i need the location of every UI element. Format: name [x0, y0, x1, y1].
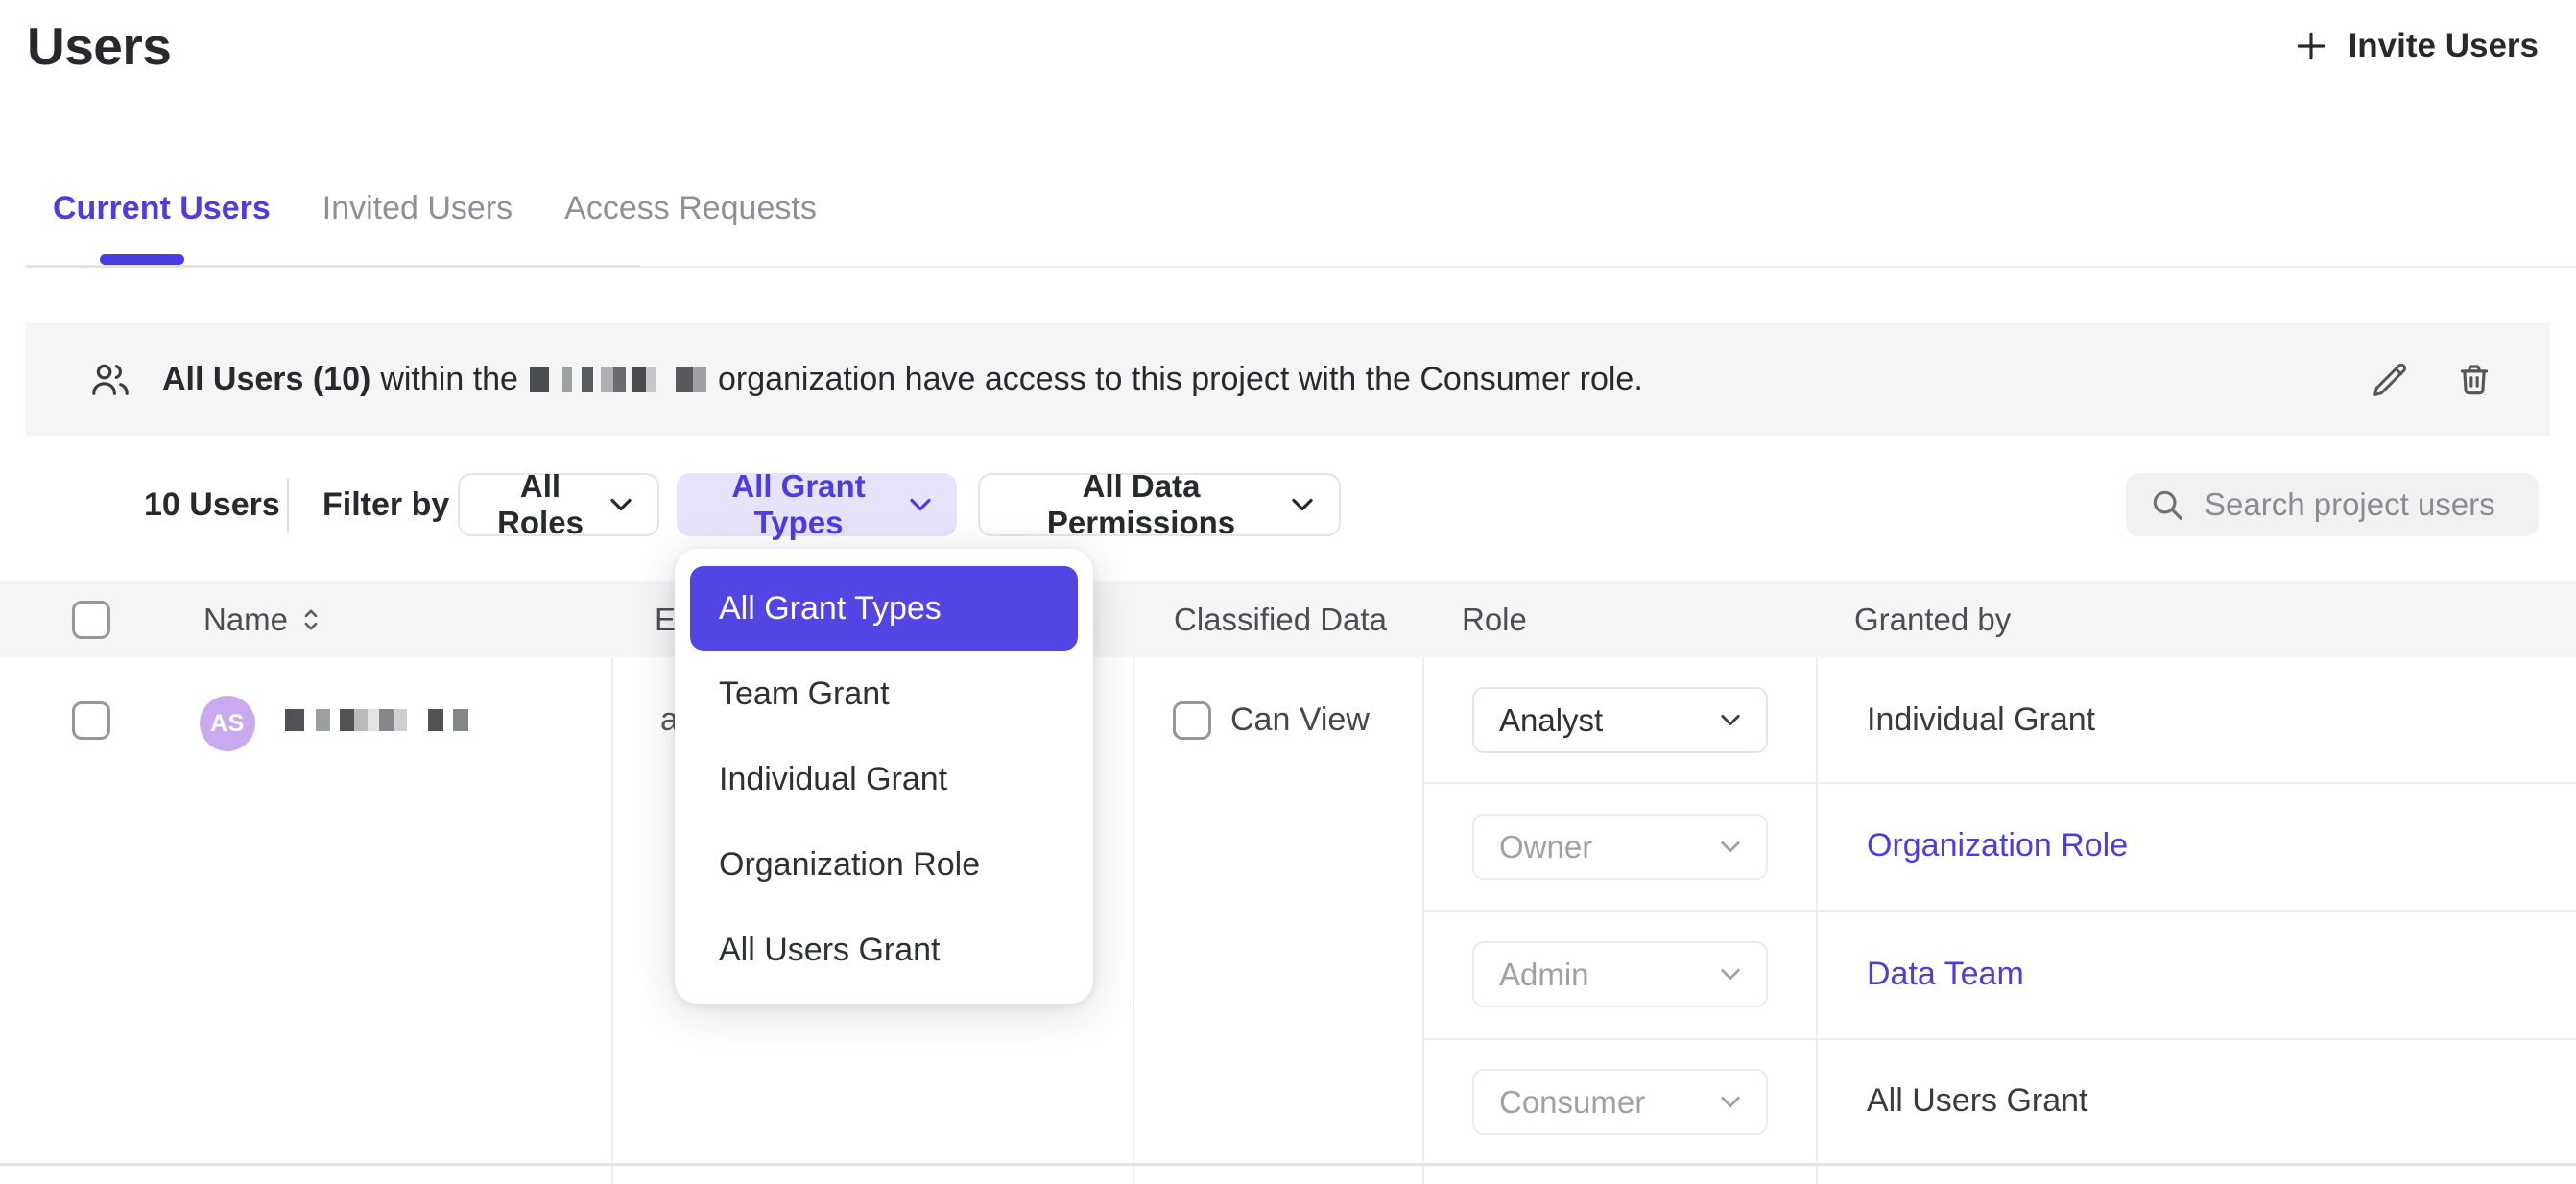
- granted-by-value: Individual Grant: [1867, 657, 2095, 782]
- invite-users-button[interactable]: Invite Users: [2293, 27, 2539, 65]
- menu-item-all-grant-types[interactable]: All Grant Types: [690, 566, 1078, 651]
- page-title: Users: [27, 15, 171, 77]
- table-header: Name Email Classified Data Role Granted …: [0, 581, 2576, 657]
- banner-bold-text: All Users (10): [162, 361, 370, 398]
- grant-types-menu: All Grant Types Team Grant Individual Gr…: [675, 549, 1093, 1004]
- row-bottom-border: [0, 1163, 2576, 1166]
- all-users-banner: All Users (10) within the organization h…: [26, 323, 2550, 436]
- tab-divider-line-dark: [26, 265, 640, 268]
- chevron-down-icon: [909, 497, 932, 512]
- column-separator: [1133, 657, 1134, 1184]
- users-group-icon: [87, 360, 133, 400]
- search-input[interactable]: [2205, 486, 2516, 523]
- banner-text-before: within the: [380, 361, 518, 398]
- banner-text: All Users (10) within the organization h…: [162, 361, 1643, 398]
- search-box[interactable]: [2126, 473, 2539, 536]
- chevron-down-icon: [1720, 713, 1741, 727]
- column-separator: [611, 657, 613, 1184]
- invite-users-label: Invite Users: [2349, 27, 2539, 65]
- column-header-name[interactable]: Name: [203, 581, 321, 657]
- role-select-consumer[interactable]: Consumer: [1472, 1069, 1768, 1135]
- search-icon: [2149, 486, 2185, 523]
- all-data-permissions-filter[interactable]: All Data Permissions: [978, 473, 1341, 536]
- tab-current-users[interactable]: Current Users: [53, 190, 271, 227]
- role-select-analyst[interactable]: Analyst: [1472, 687, 1768, 753]
- toolbar-divider: [287, 478, 289, 532]
- users-page: Users Invite Users Current Users Invited…: [0, 0, 2576, 1184]
- filter-by-label: Filter by: [322, 473, 449, 536]
- column-separator: [1816, 657, 1818, 1184]
- granted-by-link[interactable]: Data Team: [1867, 910, 2024, 1038]
- all-grant-types-label: All Grant Types: [702, 468, 895, 541]
- banner-actions: [2370, 360, 2494, 400]
- all-data-permissions-label: All Data Permissions: [1005, 468, 1277, 541]
- active-tab-indicator: [100, 254, 184, 265]
- delete-button[interactable]: [2454, 360, 2494, 400]
- classified-data-cell: Can View: [1173, 657, 1370, 783]
- column-header-granted-by: Granted by: [1854, 581, 2011, 657]
- column-header-role: Role: [1462, 581, 1527, 657]
- row-checkbox[interactable]: [72, 701, 110, 740]
- sort-icon[interactable]: [301, 604, 321, 635]
- tab-bar: Current Users Invited Users Access Reque…: [53, 190, 817, 227]
- menu-item-all-users-grant[interactable]: All Users Grant: [690, 908, 1078, 992]
- column-header-classified-data: Classified Data: [1174, 581, 1387, 657]
- all-grant-types-filter[interactable]: All Grant Types: [677, 473, 957, 536]
- edit-button[interactable]: [2370, 360, 2410, 400]
- user-count: 10 Users: [144, 473, 280, 536]
- menu-item-individual-grant[interactable]: Individual Grant: [690, 737, 1078, 821]
- chevron-down-icon: [1720, 967, 1741, 982]
- column-separator: [1422, 657, 1424, 1184]
- avatar: AS: [200, 696, 255, 751]
- tab-access-requests[interactable]: Access Requests: [564, 190, 817, 227]
- granted-by-value: All Users Grant: [1867, 1038, 2088, 1163]
- chevron-down-icon: [1291, 497, 1314, 512]
- redacted-org-name: [530, 367, 706, 392]
- menu-item-organization-role[interactable]: Organization Role: [690, 822, 1078, 907]
- granted-by-link[interactable]: Organization Role: [1867, 782, 2128, 910]
- chevron-down-icon: [609, 497, 632, 512]
- redacted-user-name: [285, 657, 468, 783]
- chevron-down-icon: [1720, 840, 1741, 854]
- can-view-label: Can View: [1230, 701, 1370, 739]
- plus-icon: [2293, 28, 2329, 64]
- role-select-admin[interactable]: Admin: [1472, 941, 1768, 1007]
- chevron-down-icon: [1720, 1095, 1741, 1109]
- pencil-icon: [2370, 360, 2410, 400]
- menu-item-team-grant[interactable]: Team Grant: [690, 651, 1078, 736]
- banner-text-after: organization have access to this project…: [718, 361, 1643, 398]
- all-roles-label: All Roles: [485, 468, 596, 541]
- can-view-checkbox[interactable]: [1173, 701, 1211, 740]
- trash-icon: [2454, 360, 2494, 400]
- tab-invited-users[interactable]: Invited Users: [322, 190, 513, 227]
- select-all-checkbox[interactable]: [72, 601, 110, 639]
- role-select-owner[interactable]: Owner: [1472, 814, 1768, 880]
- all-roles-filter[interactable]: All Roles: [458, 473, 659, 536]
